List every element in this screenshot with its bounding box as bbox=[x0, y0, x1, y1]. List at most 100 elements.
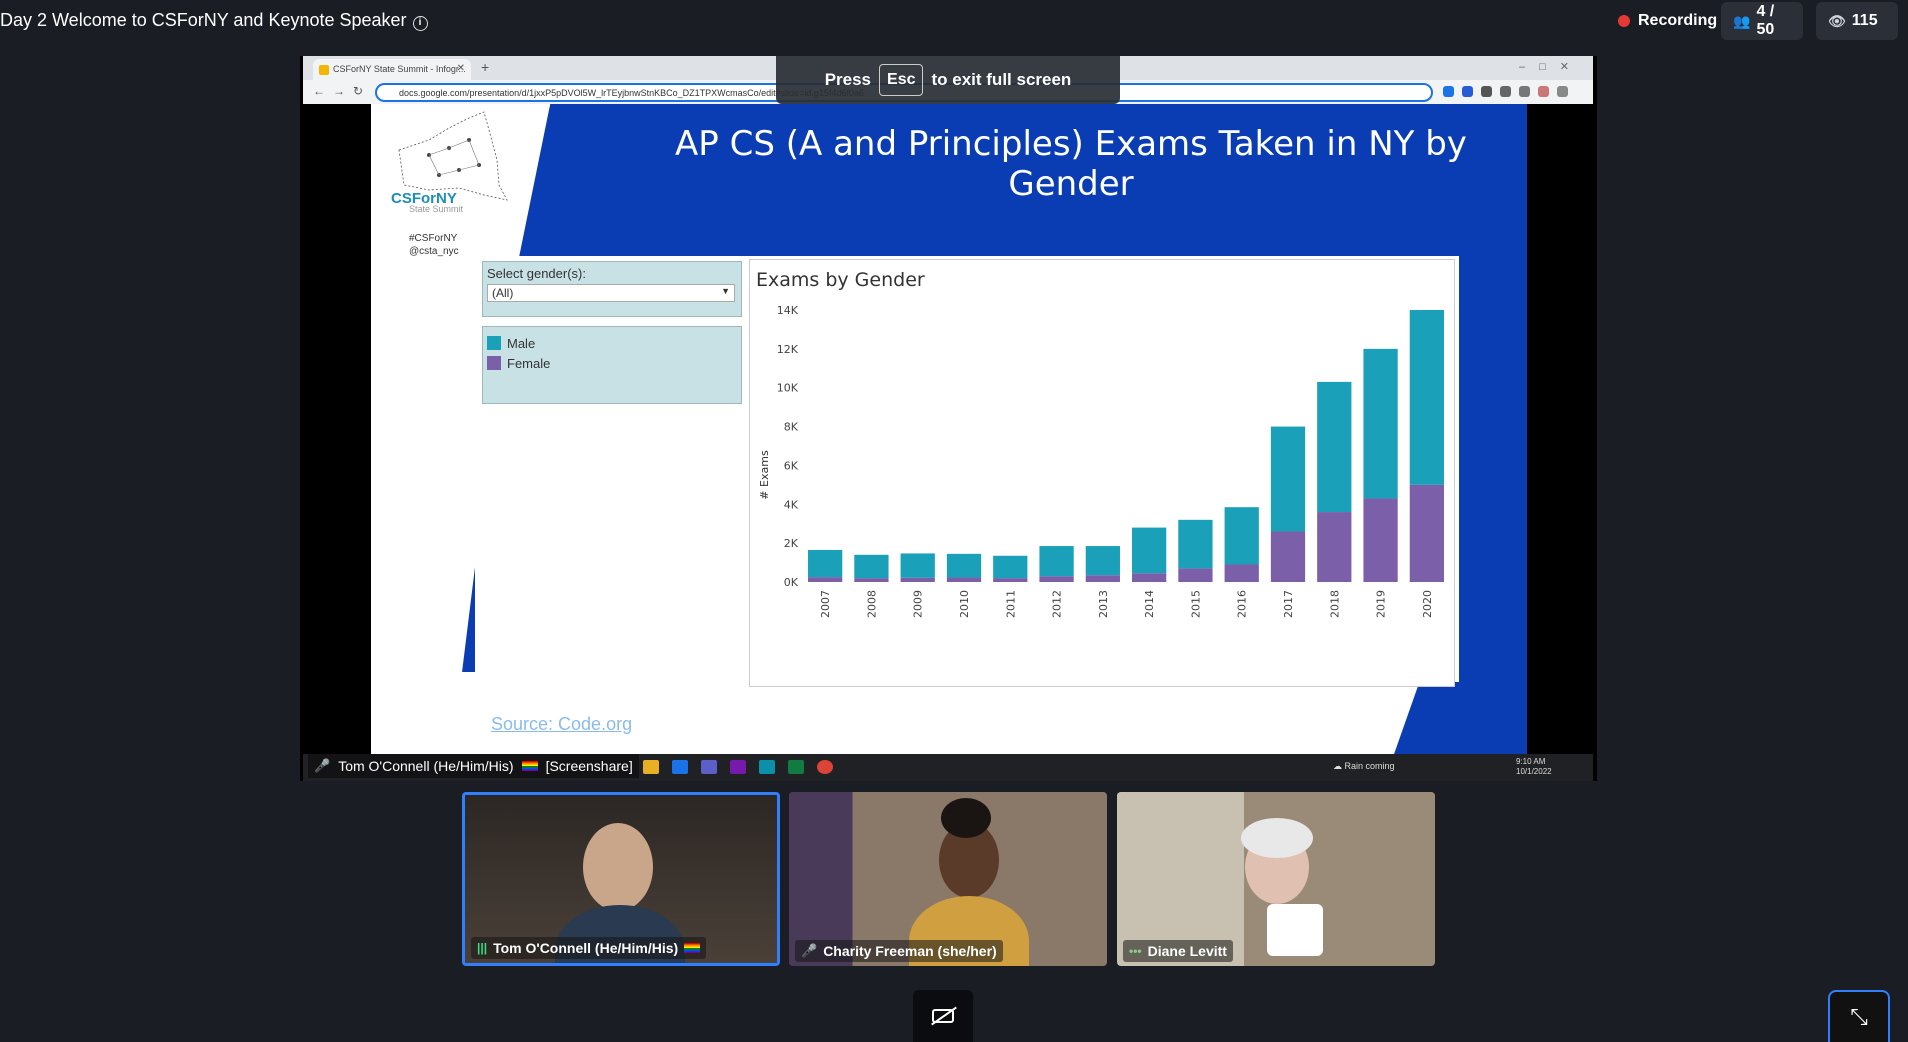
taskbar-app-icons bbox=[643, 760, 833, 774]
x-tick-label: 2016 bbox=[1236, 590, 1249, 618]
participant-hair bbox=[1241, 818, 1313, 858]
window-controls-icon: –□✕ bbox=[1519, 61, 1583, 73]
viewers-count: 115 bbox=[1851, 12, 1878, 29]
new-tab-icon: + bbox=[481, 59, 490, 75]
legend-item-female: Female bbox=[487, 353, 737, 373]
bar-male-2020 bbox=[1409, 310, 1444, 485]
bar-male-2009 bbox=[900, 553, 935, 578]
bar-male-2015 bbox=[1178, 519, 1213, 569]
slide-title: AP CS (A and Principles) Exams Taken in … bbox=[675, 124, 1467, 204]
x-tick-label: 2008 bbox=[865, 590, 878, 618]
recording-label: Recording bbox=[1638, 12, 1718, 29]
participant-face bbox=[583, 823, 653, 911]
browser-tab: CSForNY State Summit - Infogr... ✕ bbox=[313, 59, 471, 80]
bar-female-2014 bbox=[1132, 573, 1167, 582]
taskbar-clock: 9:10 AM 10/1/2022 bbox=[1516, 757, 1552, 777]
x-tick-label: 2019 bbox=[1375, 590, 1388, 618]
exit-fullscreen-icon: ⤡ bbox=[1850, 1004, 1868, 1029]
speaking-icon: ||| bbox=[477, 941, 488, 955]
pride-flag-icon bbox=[684, 943, 701, 953]
meeting-title: Day 2 Welcome to CSForNY and Keynote Spe… bbox=[0, 10, 428, 31]
menu-icon bbox=[1557, 86, 1568, 97]
chrome-icon bbox=[817, 760, 833, 774]
bar-male-2007 bbox=[808, 549, 843, 578]
meeting-title-text: Day 2 Welcome to CSForNY and Keynote Spe… bbox=[0, 10, 407, 30]
legend-swatch-female bbox=[487, 356, 501, 370]
gender-filter-box: Select gender(s): (All) ▼ bbox=[482, 261, 742, 317]
participant-name-label: ••• Diane Levitt bbox=[1123, 940, 1233, 962]
participant-tile[interactable]: 🎤 Charity Freeman (she/her) bbox=[789, 792, 1107, 966]
x-tick-label: 2014 bbox=[1143, 590, 1156, 618]
exams-chart: Exams by Gender # Exams 0K 2K 4K 6K 8K 10K 12K… bbox=[749, 259, 1455, 687]
camera-off-icon bbox=[932, 1009, 954, 1023]
eye-icon: 👁 bbox=[1828, 12, 1846, 29]
puzzle-icon bbox=[1500, 86, 1511, 97]
participant-tile[interactable]: ••• Diane Levitt bbox=[1117, 792, 1435, 966]
slide-handle: @csta_nyc bbox=[409, 246, 459, 257]
bar-female-2009 bbox=[900, 577, 935, 582]
y-tick-label: 2K bbox=[784, 537, 799, 550]
edge-icon bbox=[759, 760, 775, 774]
idle-indicator-icon: ••• bbox=[1129, 944, 1142, 958]
info-icon[interactable]: i bbox=[412, 16, 428, 31]
folder-icon bbox=[643, 760, 659, 774]
x-tick-label: 2009 bbox=[912, 590, 925, 618]
chart-legend: Male Female bbox=[482, 326, 742, 404]
filter-label: Select gender(s): bbox=[487, 266, 586, 281]
outlook-icon bbox=[672, 760, 688, 774]
x-tick-label: 2020 bbox=[1421, 590, 1434, 618]
x-tick-label: 2007 bbox=[819, 590, 832, 618]
extension-icon bbox=[1481, 86, 1492, 97]
chart-y-axis-label: # Exams bbox=[758, 450, 771, 500]
bar-female-2018 bbox=[1317, 512, 1352, 582]
chart-title: Exams by Gender bbox=[756, 269, 925, 291]
bar-male-2014 bbox=[1132, 527, 1167, 574]
bar-male-2012 bbox=[1039, 546, 1074, 577]
participants-count-button[interactable]: 👥 4 / 50 bbox=[1721, 2, 1803, 40]
extension-icons bbox=[1443, 86, 1568, 97]
participants-count: 4 / 50 bbox=[1756, 3, 1775, 38]
extension-icon bbox=[1443, 86, 1454, 97]
weather-text: Rain coming bbox=[1344, 761, 1395, 771]
bar-female-2013 bbox=[1085, 575, 1120, 582]
participant-name: Tom O'Connell (He/Him/His) bbox=[493, 940, 679, 956]
sidebar-icon bbox=[1519, 86, 1530, 97]
gender-filter-select: (All) ▼ bbox=[487, 284, 735, 302]
tab-close-icon: ✕ bbox=[456, 63, 465, 74]
camera-toggle-button[interactable] bbox=[913, 990, 973, 1042]
bar-female-2020 bbox=[1409, 484, 1444, 582]
slide-social-tags: #CSForNY @csta_nyc bbox=[409, 232, 459, 258]
recording-indicator: Recording bbox=[1618, 10, 1717, 32]
filter-value: (All) bbox=[492, 286, 514, 300]
bar-male-2010 bbox=[946, 553, 982, 578]
x-tick-label: 2010 bbox=[958, 590, 971, 618]
bar-female-2017 bbox=[1270, 531, 1306, 582]
participant-name: Charity Freeman (she/her) bbox=[823, 943, 997, 959]
bar-female-2015 bbox=[1178, 568, 1213, 582]
back-icon: ← bbox=[313, 84, 325, 98]
fullscreen-suffix-text: to exit full screen bbox=[931, 70, 1072, 89]
browser-tab-title: CSForNY State Summit - Infogr... bbox=[333, 64, 466, 74]
slides-favicon-icon bbox=[319, 65, 329, 75]
participant-name-label: ||| Tom O'Connell (He/Him/His) bbox=[471, 937, 707, 959]
teams-icon bbox=[701, 760, 717, 774]
clock-time: 9:10 AM bbox=[1516, 757, 1546, 766]
viewers-count-button[interactable]: 👁 115 bbox=[1816, 2, 1898, 40]
legend-label-male: Male bbox=[507, 335, 536, 351]
recording-dot-icon bbox=[1618, 15, 1630, 27]
legend-swatch-male bbox=[487, 336, 501, 350]
pride-flag-icon bbox=[521, 761, 538, 771]
bar-male-2011 bbox=[993, 555, 1028, 579]
onenote-icon bbox=[730, 760, 746, 774]
participant-tile[interactable]: ||| Tom O'Connell (He/Him/His) bbox=[462, 792, 780, 966]
y-tick-label: 8K bbox=[784, 421, 799, 434]
exit-fullscreen-button[interactable]: ⤡ bbox=[1828, 990, 1890, 1042]
profile-icon bbox=[1538, 86, 1549, 97]
screenshare-view: CSForNY State Summit - Infogr... ✕ + –□✕… bbox=[300, 56, 1597, 781]
legend-item-male: Male bbox=[487, 333, 737, 353]
y-tick-label: 4K bbox=[784, 498, 799, 511]
slide-logo-text: CSForNY State Summit bbox=[391, 190, 463, 214]
bar-female-2007 bbox=[808, 577, 843, 582]
forward-icon: → bbox=[333, 84, 345, 98]
participant-name-label: 🎤 Charity Freeman (she/her) bbox=[795, 940, 1003, 962]
